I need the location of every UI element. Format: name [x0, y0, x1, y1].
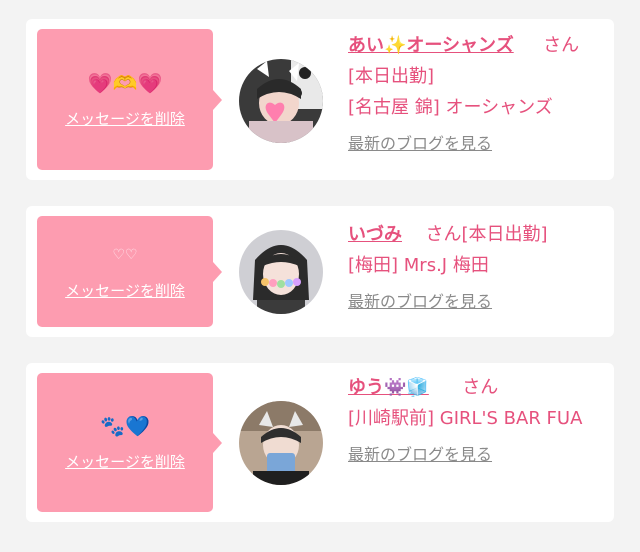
message-emoji: ♡♡ [112, 247, 138, 263]
shop-name: [名古屋 錦] オーシャンズ [348, 97, 553, 118]
delete-message-link[interactable]: メッセージを削除 [65, 108, 185, 129]
message-card: 💗🫶💗 メッセージを削除 あい✨オーシャンズ さん [本日出勤] [名古屋 錦]… [26, 19, 614, 180]
status-text: [本日出勤] [348, 66, 435, 87]
shop-name: [川崎駅前] GIRL'S BAR FUA [348, 408, 583, 429]
cast-info: いづみ さん[本日出勤] [梅田] Mrs.J 梅田 最新のブログを見る [348, 219, 604, 317]
honorific: さん [543, 35, 580, 56]
delete-message-link[interactable]: メッセージを削除 [65, 451, 185, 472]
avatar[interactable] [239, 59, 323, 143]
latest-blog-link[interactable]: 最新のブログを見る [348, 286, 492, 317]
cast-name-link[interactable]: いづみ [348, 224, 402, 245]
cast-info: ゆう👾🧊 さん [川崎駅前] GIRL'S BAR FUA 最新のブログを見る [348, 372, 604, 470]
delete-message-link[interactable]: メッセージを削除 [65, 280, 185, 301]
status-text: [本日出勤] [461, 224, 548, 245]
message-bubble: ♡♡ メッセージを削除 [37, 216, 222, 327]
latest-blog-link[interactable]: 最新のブログを見る [348, 128, 492, 159]
message-emoji: 💗🫶💗 [87, 71, 163, 95]
message-bubble: 💗🫶💗 メッセージを削除 [37, 29, 222, 170]
avatar-photo-icon [239, 59, 323, 143]
avatar[interactable] [239, 401, 323, 485]
avatar-photo-icon [239, 230, 323, 314]
message-bubble: 🐾💙 メッセージを削除 [37, 373, 222, 512]
honorific: さん [462, 377, 499, 398]
honorific: さん [425, 224, 462, 245]
shop-name: [梅田] Mrs.J 梅田 [348, 255, 489, 276]
message-card: ♡♡ メッセージを削除 いづみ さん[本日出勤] [梅田] Mrs.J 梅田 最… [26, 206, 614, 337]
cast-name-link[interactable]: ゆう👾🧊 [348, 377, 429, 398]
avatar[interactable] [239, 230, 323, 314]
avatar-photo-icon [239, 401, 323, 485]
latest-blog-link[interactable]: 最新のブログを見る [348, 439, 492, 470]
message-emoji: 🐾💙 [100, 414, 150, 438]
cast-info: あい✨オーシャンズ さん [本日出勤] [名古屋 錦] オーシャンズ 最新のブロ… [348, 30, 604, 159]
cast-name-link[interactable]: あい✨オーシャンズ [348, 35, 514, 56]
message-card: 🐾💙 メッセージを削除 ゆう👾🧊 さん [川崎駅前] GIRL'S BAR FU… [26, 363, 614, 522]
